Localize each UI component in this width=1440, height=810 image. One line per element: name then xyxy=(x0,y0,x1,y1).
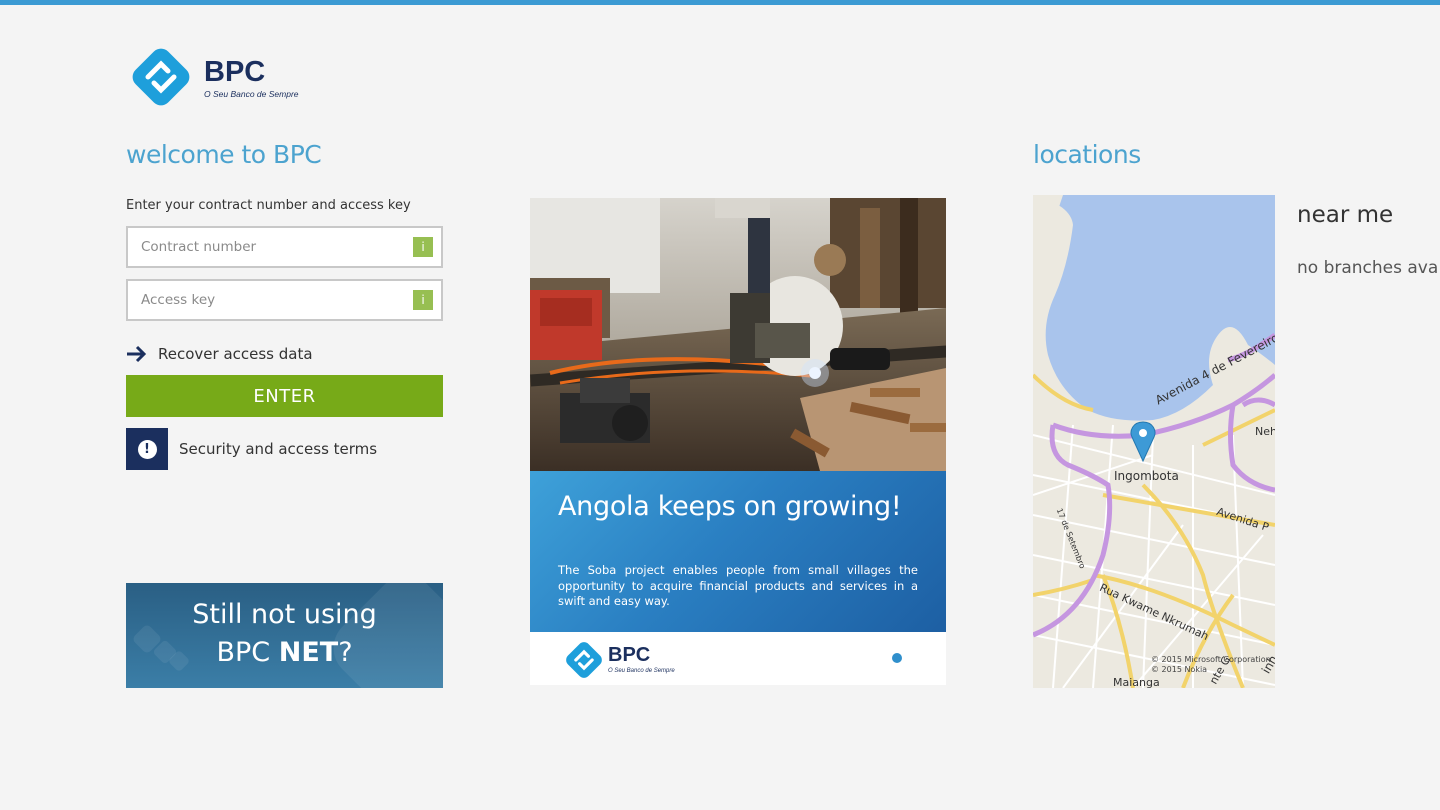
bpc-logo-mark xyxy=(132,48,190,106)
banner-logo: BPC O Seu Banco de Sempre xyxy=(562,638,682,680)
locations-title: locations xyxy=(1033,140,1141,169)
map-copyright-microsoft: © 2015 Microsoft Corporation xyxy=(1151,655,1271,664)
map-label-maianga: Maianga xyxy=(1113,676,1160,688)
map-label-neh: Neh xyxy=(1255,425,1275,438)
promo-line-2-suffix: ? xyxy=(338,637,353,668)
logo-tagline: O Seu Banco de Sempre xyxy=(204,89,299,99)
alert-icon: ! xyxy=(137,439,157,459)
contract-number-input[interactable] xyxy=(128,228,411,266)
promo-line-2-bold: NET xyxy=(278,637,339,668)
access-key-input[interactable] xyxy=(128,281,411,319)
access-key-info-icon[interactable]: i xyxy=(413,290,433,310)
contract-info-icon[interactable]: i xyxy=(413,237,433,257)
banner-logo-tagline: O Seu Banco de Sempre xyxy=(608,668,675,674)
contract-number-field: i xyxy=(126,226,443,268)
access-key-field: i xyxy=(126,279,443,321)
recover-access-link[interactable]: Recover access data xyxy=(126,343,313,365)
promo-line-1: Still not using xyxy=(192,599,377,630)
banner-logo-mark xyxy=(566,642,602,678)
bpc-net-promo-tile[interactable]: Still not using BPC NET? xyxy=(126,583,443,688)
map-copyright: © 2015 Microsoft Corporation © 2015 Noki… xyxy=(1151,655,1271,675)
welder-photo xyxy=(530,198,946,471)
carousel-indicator-dot[interactable] xyxy=(892,653,902,663)
top-accent-bar xyxy=(0,0,1440,5)
banner-logo-wordmark: BPC xyxy=(608,644,651,666)
banner-text-panel: Angola keeps on growing! The Soba projec… xyxy=(530,471,946,632)
security-terms-label: Security and access terms xyxy=(179,440,378,458)
map-copyright-nokia: © 2015 Nokia xyxy=(1151,665,1208,674)
no-branches-text: no branches ava xyxy=(1297,258,1439,278)
login-prompt: Enter your contract number and access ke… xyxy=(126,198,411,213)
arrow-right-icon xyxy=(127,345,147,363)
recover-access-label: Recover access data xyxy=(158,345,313,363)
locations-map[interactable]: Avenida 4 de Fevereiro Ingombota Avenida… xyxy=(1033,195,1275,688)
near-me-heading: near me xyxy=(1297,202,1394,228)
security-icon-box: ! xyxy=(126,428,168,470)
security-terms-link[interactable]: ! Security and access terms xyxy=(126,428,377,470)
promo-line-2-prefix: BPC xyxy=(216,637,279,668)
welcome-title: welcome to BPC xyxy=(126,140,322,169)
enter-button[interactable]: ENTER xyxy=(126,375,443,417)
promo-banner[interactable]: Angola keeps on growing! The Soba projec… xyxy=(530,198,946,685)
bpc-logo: BPC O Seu Banco de Sempre xyxy=(126,42,299,112)
banner-headline: Angola keeps on growing! xyxy=(558,491,902,522)
map-label-ingombota: Ingombota xyxy=(1114,469,1179,483)
banner-footer: BPC O Seu Banco de Sempre xyxy=(530,632,946,685)
logo-wordmark: BPC xyxy=(204,56,266,88)
banner-body: The Soba project enables people from sma… xyxy=(558,563,918,608)
promo-line-2: BPC NET? xyxy=(126,637,443,668)
